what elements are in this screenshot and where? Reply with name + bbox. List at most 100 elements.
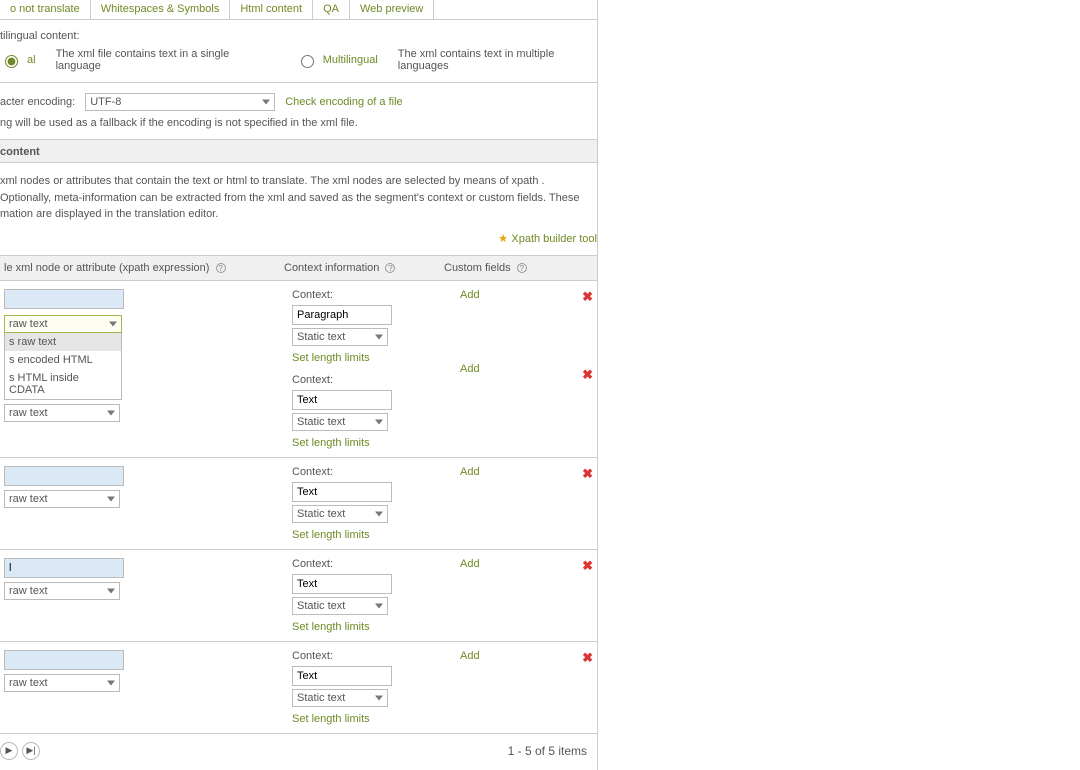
help-icon[interactable]: ? <box>385 263 395 273</box>
context-label: Context: <box>292 558 452 570</box>
content-type-select[interactable]: raw text <box>4 674 120 692</box>
context-type-select[interactable]: Static text <box>292 413 388 431</box>
radio-multilingual[interactable] <box>301 55 314 68</box>
multilingual-header: tilingual content: <box>0 30 597 42</box>
context-input[interactable] <box>292 666 392 686</box>
help-icon[interactable]: ? <box>517 263 527 273</box>
context-type-value: Static text <box>297 600 345 612</box>
monolingual-desc: The xml file contains text in a single l… <box>56 48 266 72</box>
content-type-value: raw text <box>9 677 48 689</box>
add-custom-field-link[interactable]: Add <box>460 363 480 375</box>
chevron-down-icon <box>109 321 117 326</box>
context-type-select[interactable]: Static text <box>292 328 388 346</box>
option-cdata[interactable]: s HTML inside CDATA <box>5 369 121 399</box>
context-label: Context: <box>292 650 452 662</box>
context-type-value: Static text <box>297 416 345 428</box>
chevron-down-icon <box>107 410 115 415</box>
set-length-limits-link[interactable]: Set length limits <box>292 352 452 364</box>
chevron-down-icon <box>107 680 115 685</box>
tab-html-content[interactable]: Html content <box>230 0 313 19</box>
add-custom-field-link[interactable]: Add <box>460 558 480 633</box>
content-type-options: s raw text s encoded HTML s HTML inside … <box>4 333 122 400</box>
xpath-input[interactable] <box>4 650 124 670</box>
tab-web-preview[interactable]: Web preview <box>350 0 434 19</box>
context-type-select[interactable]: Static text <box>292 689 388 707</box>
encoding-hint: ng will be used as a fallback if the enc… <box>0 117 597 129</box>
encoding-label: acter encoding: <box>0 96 75 108</box>
context-type-select[interactable]: Static text <box>292 597 388 615</box>
set-length-limits-link[interactable]: Set length limits <box>292 621 452 633</box>
tab-qa[interactable]: QA <box>313 0 350 19</box>
delete-row-button[interactable]: ✖ <box>582 558 593 633</box>
add-custom-field-link[interactable]: Add <box>460 466 480 541</box>
option-raw-text[interactable]: s raw text <box>5 333 121 351</box>
chevron-down-icon <box>375 334 383 339</box>
content-type-select[interactable]: raw text <box>4 582 120 600</box>
radio-multilingual-label: Multilingual <box>323 54 378 66</box>
pager: ▶ ▶| <box>0 742 40 760</box>
tab-whitespaces[interactable]: Whitespaces & Symbols <box>91 0 231 19</box>
delete-row-button[interactable]: ✖ <box>582 466 593 541</box>
content-type-value: raw text <box>9 407 48 419</box>
content-type-value: raw text <box>9 585 48 597</box>
chevron-down-icon <box>375 511 383 516</box>
context-type-value: Static text <box>297 331 345 343</box>
content-type-select[interactable]: raw text <box>4 404 120 422</box>
context-type-value: Static text <box>297 692 345 704</box>
xpath-input[interactable] <box>4 558 124 578</box>
encoding-value: UTF-8 <box>90 96 121 108</box>
xpath-builder-link[interactable]: Xpath builder tool <box>511 233 597 245</box>
col-context-label: Context information <box>284 262 379 274</box>
check-encoding-link[interactable]: Check encoding of a file <box>285 96 402 108</box>
context-label: Context: <box>292 374 452 386</box>
set-length-limits-link[interactable]: Set length limits <box>292 713 452 725</box>
delete-row-button[interactable]: ✖ <box>582 367 593 383</box>
content-type-value: raw text <box>9 318 48 330</box>
encoding-select[interactable]: UTF-8 <box>85 93 275 111</box>
context-type-value: Static text <box>297 508 345 520</box>
content-header: content <box>0 146 40 158</box>
radio-monolingual-label: al <box>27 54 36 66</box>
help-icon[interactable]: ? <box>216 263 226 273</box>
chevron-down-icon <box>375 603 383 608</box>
add-custom-field-link[interactable]: Add <box>460 650 480 725</box>
set-length-limits-link[interactable]: Set length limits <box>292 529 452 541</box>
add-custom-field-link[interactable]: Add <box>460 289 480 301</box>
context-input[interactable] <box>292 305 392 325</box>
table-row: raw text Context: Static text Set length… <box>0 642 597 734</box>
pager-info: 1 - 5 of 5 items <box>508 744 587 758</box>
chevron-down-icon <box>375 695 383 700</box>
table-header: le xml node or attribute (xpath expressi… <box>0 255 597 281</box>
set-length-limits-link[interactable]: Set length limits <box>292 437 452 449</box>
xpath-input[interactable] <box>4 466 124 486</box>
tab-do-not-translate[interactable]: o not translate <box>0 0 91 19</box>
content-type-value: raw text <box>9 493 48 505</box>
content-type-select[interactable]: raw text <box>4 315 122 333</box>
context-input[interactable] <box>292 482 392 502</box>
col-xpath-label: le xml node or attribute (xpath expressi… <box>4 262 209 274</box>
pager-next-button[interactable]: ▶ <box>0 742 18 760</box>
context-input[interactable] <box>292 574 392 594</box>
multilingual-desc: The xml contains text in multiple langua… <box>398 48 597 72</box>
content-type-select[interactable]: raw text <box>4 490 120 508</box>
delete-row-button[interactable]: ✖ <box>582 650 593 725</box>
star-icon: ★ <box>498 233 508 245</box>
table-row: raw text s raw text s encoded HTML s HTM… <box>0 281 597 458</box>
delete-row-button[interactable]: ✖ <box>582 289 593 305</box>
radio-monolingual[interactable] <box>5 55 18 68</box>
context-input[interactable] <box>292 390 392 410</box>
context-type-select[interactable]: Static text <box>292 505 388 523</box>
col-custom-label: Custom fields <box>444 262 511 274</box>
pager-last-button[interactable]: ▶| <box>22 742 40 760</box>
chevron-down-icon <box>375 419 383 424</box>
xpath-input[interactable] <box>4 289 124 309</box>
context-label: Context: <box>292 289 452 301</box>
chevron-down-icon <box>107 588 115 593</box>
chevron-down-icon <box>107 496 115 501</box>
option-encoded[interactable]: s encoded HTML <box>5 351 121 369</box>
content-desc: xml nodes or attributes that contain the… <box>0 173 597 223</box>
table-row: raw text Context: Static text Set length… <box>0 550 597 642</box>
chevron-down-icon <box>262 100 270 105</box>
context-label: Context: <box>292 466 452 478</box>
table-row: raw text Context: Static text Set length… <box>0 458 597 550</box>
